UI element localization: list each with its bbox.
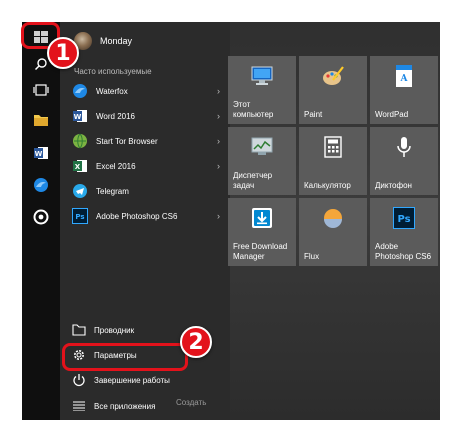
chevron-right-icon[interactable]: › [217, 136, 220, 146]
app-label: Excel 2016 [96, 161, 136, 171]
settings-highlight [62, 343, 188, 371]
tile-label: Калькулятор [304, 181, 351, 190]
create-group-link[interactable]: Создать [176, 398, 206, 407]
tile-flux[interactable]: Flux [299, 198, 367, 266]
flux-icon [320, 205, 346, 231]
svg-text:X: X [75, 163, 81, 171]
chevron-right-icon[interactable]: › [217, 211, 220, 221]
app-label: Word 2016 [96, 111, 135, 121]
user-name: Monday [100, 36, 133, 46]
circle-app-icon [33, 209, 49, 225]
svg-text:W: W [35, 150, 43, 158]
app-label: Start Tor Browser [96, 136, 158, 146]
excel-icon: X [72, 158, 88, 174]
step-1-badge: 1 [47, 37, 79, 69]
list-icon [72, 399, 86, 413]
photoshop-icon: Ps [391, 205, 417, 231]
tile-label: Диспетчер задач [233, 171, 273, 190]
section-most-used: Часто используемые [74, 67, 152, 76]
tile-label: Free Download Manager [233, 242, 288, 261]
app-photoshop[interactable]: Ps Adobe Photoshop CS6 › [72, 205, 222, 227]
chevron-right-icon[interactable]: › [217, 111, 220, 121]
explorer-label: Проводник [94, 325, 135, 335]
app-tor-browser[interactable]: Start Tor Browser › [72, 130, 222, 152]
tile-paint[interactable]: Paint [299, 56, 367, 124]
tor-icon [72, 133, 88, 149]
tile-label: Paint [304, 110, 323, 119]
tile-label: Flux [304, 252, 320, 261]
tile-label: Adobe Photoshop CS6 [375, 242, 432, 261]
app-label: Telegram [96, 186, 129, 196]
tile-label: Этот компьютер [233, 100, 274, 119]
tile-wordpad[interactable]: A WordPad [370, 56, 438, 124]
task-view-icon [33, 84, 49, 96]
tile-voice-recorder[interactable]: Диктофон [370, 127, 438, 195]
word-icon: W [72, 108, 88, 124]
app-telegram[interactable]: Telegram [72, 180, 222, 202]
tile-label: WordPad [375, 110, 409, 119]
tile-task-manager[interactable]: Диспетчер задач [228, 127, 296, 195]
app-excel-2016[interactable]: X Excel 2016 › [72, 155, 222, 177]
photoshop-icon: Ps [72, 208, 88, 224]
tile-label: Диктофон [375, 181, 412, 190]
tile-this-pc[interactable]: Этот компьютер [228, 56, 296, 124]
paint-icon [320, 63, 346, 89]
computer-icon [249, 63, 275, 89]
microphone-icon [391, 134, 417, 160]
waterfox-icon [34, 178, 48, 192]
taskbar-waterfox-button[interactable] [22, 171, 60, 199]
app-label: Adobe Photoshop CS6 [96, 211, 178, 221]
svg-text:Ps: Ps [397, 214, 410, 225]
all-apps-label: Все приложения [94, 401, 156, 411]
telegram-icon [72, 183, 88, 199]
calculator-icon [320, 134, 346, 160]
taskbar-word-button[interactable]: W [22, 139, 60, 167]
app-waterfox[interactable]: Waterfox › [72, 80, 222, 102]
step-2-badge: 2 [180, 326, 212, 358]
wordpad-icon: A [391, 63, 417, 89]
word-icon: W [34, 147, 48, 159]
svg-text:Ps: Ps [75, 213, 84, 221]
start-rail: W [22, 22, 60, 420]
power-label: Завершение работы [94, 375, 170, 385]
taskbar-app-button[interactable] [22, 203, 60, 231]
power-icon [72, 373, 86, 387]
user-account[interactable]: Monday [74, 32, 132, 50]
tile-free-download-manager[interactable]: Free Download Manager [228, 198, 296, 266]
folder-icon [72, 323, 86, 337]
svg-text:W: W [74, 113, 82, 121]
tile-calculator[interactable]: Калькулятор [299, 127, 367, 195]
app-word-2016[interactable]: W Word 2016 › [72, 105, 222, 127]
svg-text:A: A [400, 74, 409, 84]
waterfox-icon [72, 83, 88, 99]
search-icon [34, 58, 47, 71]
chevron-right-icon[interactable]: › [217, 161, 220, 171]
fdm-icon [249, 205, 275, 231]
task-view-button[interactable] [22, 76, 60, 104]
app-label: Waterfox [96, 86, 128, 96]
folder-icon [34, 115, 48, 126]
power-item[interactable]: Завершение работы [72, 369, 222, 391]
chevron-right-icon[interactable]: › [217, 86, 220, 96]
tile-photoshop[interactable]: Ps Adobe Photoshop CS6 [370, 198, 438, 266]
taskbar-explorer-button[interactable] [22, 106, 60, 134]
task-manager-icon [249, 134, 275, 160]
